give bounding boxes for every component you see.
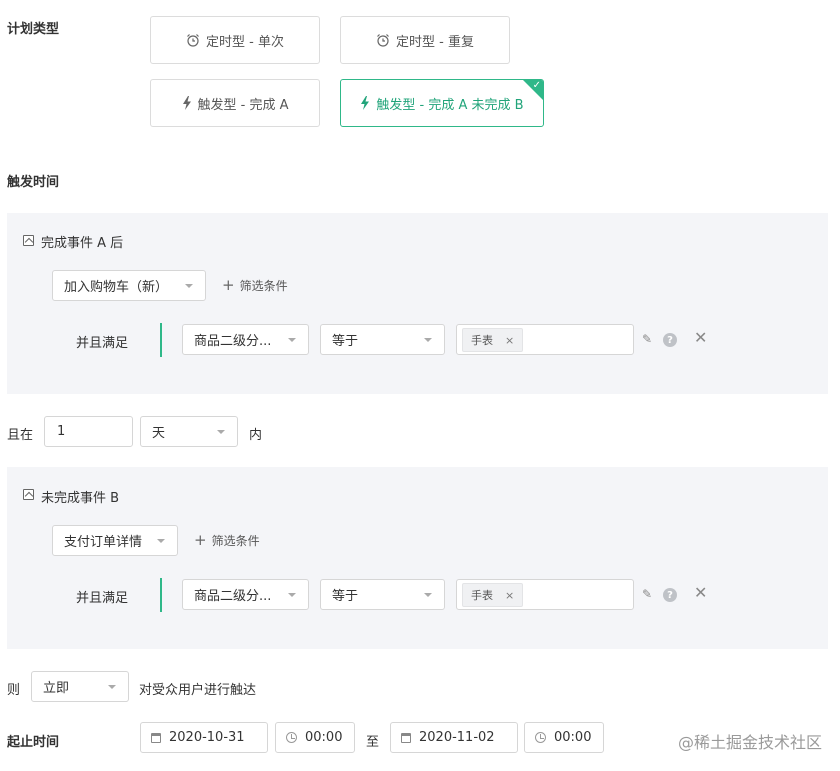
- plan-option-timed-once[interactable]: 定时型 - 单次: [150, 16, 320, 64]
- value-tag: 手表 ×: [462, 328, 524, 352]
- pencil-icon[interactable]: ✎: [642, 332, 652, 346]
- plus-icon: +: [222, 276, 235, 294]
- calendar-icon: [151, 732, 161, 743]
- lightning-icon: [361, 96, 370, 110]
- action-timing-select[interactable]: 立即: [31, 671, 129, 702]
- plan-option-trigger-a-not-b[interactable]: 触发型 - 完成 A 未完成 B ✓: [340, 79, 544, 127]
- event-a-panel: 完成事件 A 后 加入购物车（新） + 筛选条件 并且满足 商品二级分... 等…: [7, 213, 828, 394]
- help-icon[interactable]: ?: [663, 333, 677, 347]
- event-b-operator-select[interactable]: 等于: [320, 579, 445, 610]
- event-a-property-select[interactable]: 商品二级分...: [182, 324, 309, 355]
- start-date-picker[interactable]: 2020-10-31: [140, 722, 268, 753]
- chevron-down-icon: [288, 593, 296, 597]
- operator-value: 等于: [332, 334, 359, 349]
- collapse-icon[interactable]: [23, 489, 34, 500]
- lightning-icon: [182, 96, 191, 110]
- collapse-icon[interactable]: [23, 235, 34, 246]
- add-filter-label: 筛选条件: [211, 533, 260, 548]
- window-unit-select[interactable]: 天: [140, 416, 238, 447]
- checkmark-icon: ✓: [532, 80, 541, 91]
- end-date-value: 2020-11-02: [419, 730, 495, 745]
- start-date-value: 2020-10-31: [169, 730, 245, 745]
- start-time-picker[interactable]: 00:00: [275, 722, 355, 753]
- calendar-icon: [401, 732, 411, 743]
- clock-icon: [535, 732, 546, 743]
- event-a-select[interactable]: 加入购物车（新）: [52, 270, 206, 301]
- tag-label: 手表: [471, 589, 493, 602]
- plan-option-label: 定时型 - 重复: [396, 34, 474, 50]
- value-tag: 手表 ×: [462, 583, 524, 607]
- condition-divider: [160, 323, 162, 357]
- window-unit-value: 天: [152, 426, 166, 441]
- end-time-picker[interactable]: 00:00: [524, 722, 604, 753]
- plan-option-label: 触发型 - 完成 A: [197, 97, 289, 113]
- clock-icon: [286, 732, 297, 743]
- watermark: @稀土掘金技术社区: [677, 733, 822, 752]
- pencil-icon[interactable]: ✎: [642, 587, 652, 601]
- chevron-down-icon: [157, 539, 165, 543]
- plan-type-label: 计划类型: [7, 22, 60, 37]
- chevron-down-icon: [424, 338, 432, 342]
- event-b-title: 未完成事件 B: [41, 491, 120, 506]
- schedule-label: 起止时间: [7, 735, 60, 750]
- add-filter-label: 筛选条件: [239, 278, 288, 293]
- property-value: 商品二级分...: [194, 334, 272, 349]
- trigger-time-label: 触发时间: [7, 175, 60, 190]
- event-a-operator-select[interactable]: 等于: [320, 324, 445, 355]
- event-b-select-value: 支付订单详情: [64, 535, 143, 550]
- chevron-down-icon: [108, 685, 116, 689]
- end-time-value: 00:00: [554, 730, 592, 745]
- plan-option-trigger-a[interactable]: 触发型 - 完成 A: [150, 79, 320, 127]
- tag-label: 手表: [471, 334, 493, 347]
- chevron-down-icon: [217, 430, 225, 434]
- event-b-select[interactable]: 支付订单详情: [52, 525, 178, 556]
- window-value: 1: [57, 424, 66, 439]
- event-a-add-filter-button[interactable]: + 筛选条件: [222, 276, 288, 294]
- close-icon[interactable]: ✕: [694, 583, 707, 602]
- window-value-input[interactable]: 1: [44, 416, 133, 447]
- action-suffix-label: 对受众用户进行触达: [139, 683, 257, 698]
- plan-option-label: 定时型 - 单次: [206, 34, 284, 50]
- alarm-clock-icon: [377, 34, 389, 47]
- event-b-condition-label: 并且满足: [76, 591, 129, 606]
- event-a-title: 完成事件 A 后: [41, 236, 124, 251]
- start-time-value: 00:00: [305, 730, 343, 745]
- chevron-down-icon: [424, 593, 432, 597]
- property-value: 商品二级分...: [194, 589, 272, 604]
- schedule-separator: 至: [366, 735, 380, 750]
- action-timing-value: 立即: [43, 681, 70, 696]
- chevron-down-icon: [288, 338, 296, 342]
- tag-remove-icon[interactable]: ×: [505, 589, 514, 602]
- plus-icon: +: [194, 531, 207, 549]
- condition-divider: [160, 578, 162, 612]
- window-prefix-label: 且在: [7, 428, 34, 443]
- end-date-picker[interactable]: 2020-11-02: [390, 722, 518, 753]
- event-b-add-filter-button[interactable]: + 筛选条件: [194, 531, 260, 549]
- action-prefix-label: 则: [7, 683, 21, 698]
- operator-value: 等于: [332, 589, 359, 604]
- alarm-clock-icon: [187, 34, 199, 47]
- close-icon[interactable]: ✕: [694, 328, 707, 347]
- window-suffix-label: 内: [249, 428, 263, 443]
- plan-option-label: 触发型 - 完成 A 未完成 B: [376, 97, 524, 113]
- tag-remove-icon[interactable]: ×: [505, 334, 514, 347]
- help-icon[interactable]: ?: [663, 588, 677, 602]
- event-a-condition-label: 并且满足: [76, 336, 129, 351]
- plan-option-timed-repeat[interactable]: 定时型 - 重复: [340, 16, 510, 64]
- chevron-down-icon: [185, 284, 193, 288]
- event-b-panel: 未完成事件 B 支付订单详情 + 筛选条件 并且满足 商品二级分... 等于 手…: [7, 467, 828, 649]
- event-b-property-select[interactable]: 商品二级分...: [182, 579, 309, 610]
- event-a-select-value: 加入购物车（新）: [64, 280, 169, 295]
